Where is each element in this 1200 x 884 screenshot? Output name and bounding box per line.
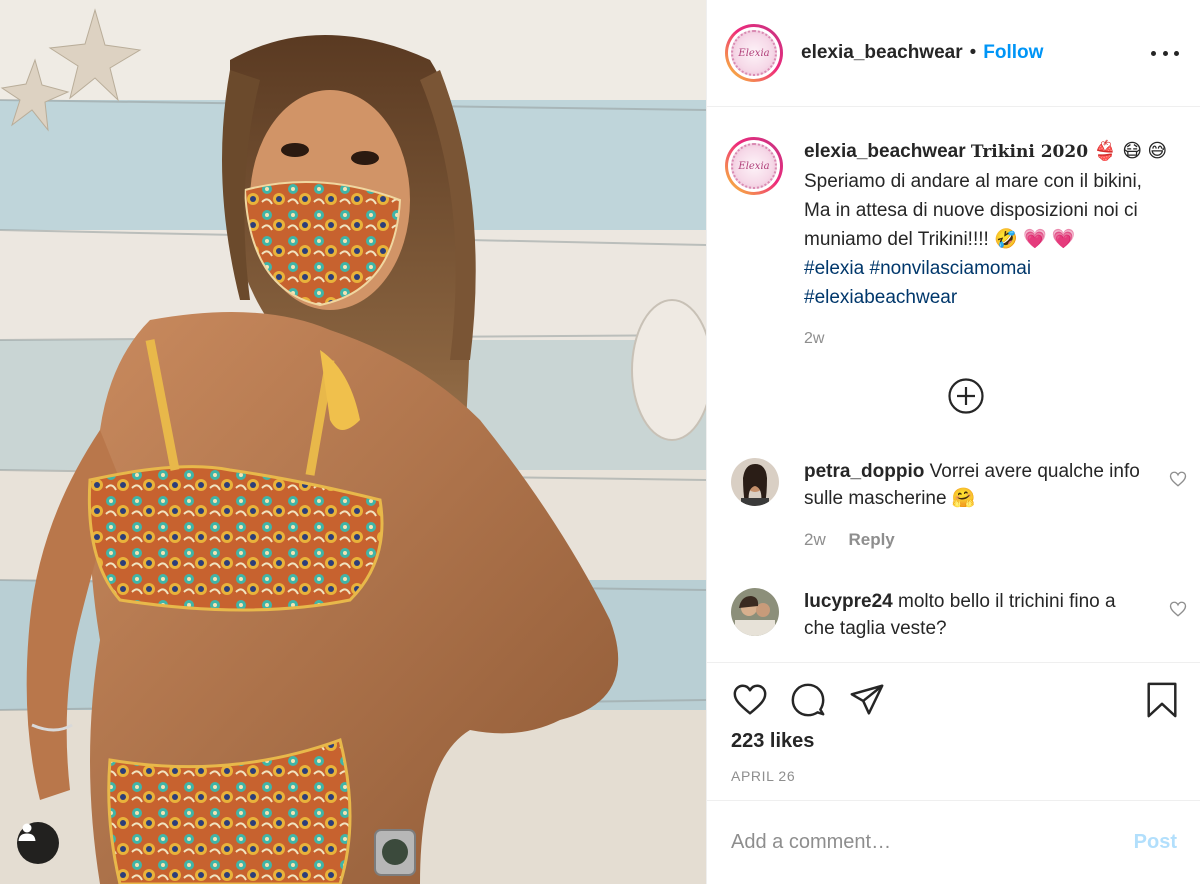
caption-username[interactable]: elexia_beachwear xyxy=(804,141,966,162)
reply-button[interactable]: Reply xyxy=(848,530,894,549)
heart-icon[interactable] xyxy=(731,681,769,719)
paper-plane-icon[interactable] xyxy=(848,681,886,719)
caption-title: Trikini 2020 xyxy=(970,142,1089,162)
comments-section: Elexia elexia_beachwear Trikini 2020 👙 😷… xyxy=(707,107,1200,662)
user-tags-button[interactable] xyxy=(17,822,59,864)
comment-username[interactable]: petra_doppio xyxy=(804,461,924,482)
brand-logo: Elexia xyxy=(731,143,777,189)
caption-line-3: muniamo del Trikini!!!! 🤣 💗 💗 xyxy=(804,229,1076,250)
caption-line-1: Speriamo di andare al mare con il bikini… xyxy=(804,171,1142,192)
caption-title-emojis: 👙 😷 😅 xyxy=(1093,141,1168,162)
plus-circle-icon[interactable] xyxy=(947,377,985,415)
commenter-avatar[interactable] xyxy=(731,588,779,636)
comment-username[interactable]: lucypre24 xyxy=(804,591,893,612)
comment-item: petra_doppio Vorrei avere qualche info s… xyxy=(731,458,1191,550)
post-side-panel: Elexia elexia_beachwear • Follow Elexia … xyxy=(706,0,1200,884)
caption-line-2: Ma in attesa di nuove disposizioni noi c… xyxy=(804,200,1138,221)
hashtag-link[interactable]: #elexiabeachwear xyxy=(804,287,957,308)
commenter-avatar[interactable] xyxy=(731,458,779,506)
post-date[interactable]: APRIL 26 xyxy=(731,768,795,784)
post-actions: 223 likes APRIL 26 xyxy=(707,662,1200,800)
post-header: Elexia elexia_beachwear • Follow xyxy=(707,0,1200,107)
avatar-photo xyxy=(731,588,779,636)
follow-button[interactable]: Follow xyxy=(983,42,1043,64)
brand-logo: Elexia xyxy=(731,30,777,76)
caption-text: elexia_beachwear Trikini 2020 👙 😷 😅 Sper… xyxy=(804,137,1185,312)
hashtag-link[interactable]: #nonvilasciamomai xyxy=(870,258,1032,279)
comment-text: petra_doppio Vorrei avere qualche info s… xyxy=(804,458,1151,512)
post-photo[interactable] xyxy=(0,0,706,884)
comment-timestamp[interactable]: 2w xyxy=(804,530,826,549)
author-avatar[interactable]: Elexia xyxy=(725,24,783,82)
add-comment-bar: Post xyxy=(707,800,1200,884)
bookmark-icon[interactable] xyxy=(1143,681,1181,719)
avatar-photo xyxy=(731,458,779,506)
comment-text: lucypre24 molto bello il trichini fino a… xyxy=(804,588,1151,642)
separator-dot: • xyxy=(969,42,977,63)
user-tag-icon xyxy=(18,823,36,841)
post-caption: Elexia elexia_beachwear Trikini 2020 👙 😷… xyxy=(725,137,1185,348)
hashtag-link[interactable]: #elexia xyxy=(804,258,864,279)
more-options-icon[interactable] xyxy=(1151,40,1179,66)
comment-meta: 2w Reply xyxy=(804,530,1191,550)
post-comment-button[interactable]: Post xyxy=(1134,831,1177,854)
heart-icon[interactable] xyxy=(1169,470,1187,488)
comment-item: lucypre24 molto bello il trichini fino a… xyxy=(731,588,1191,642)
comment-bubble-icon[interactable] xyxy=(789,681,827,719)
likes-count[interactable]: 223 likes xyxy=(731,730,814,753)
author-username[interactable]: elexia_beachwear xyxy=(801,42,963,64)
heart-icon[interactable] xyxy=(1169,600,1187,618)
photo-illustration xyxy=(0,0,706,884)
caption-author-avatar[interactable]: Elexia xyxy=(725,137,783,195)
caption-timestamp[interactable]: 2w xyxy=(804,330,1185,348)
comment-input[interactable] xyxy=(731,831,1134,854)
